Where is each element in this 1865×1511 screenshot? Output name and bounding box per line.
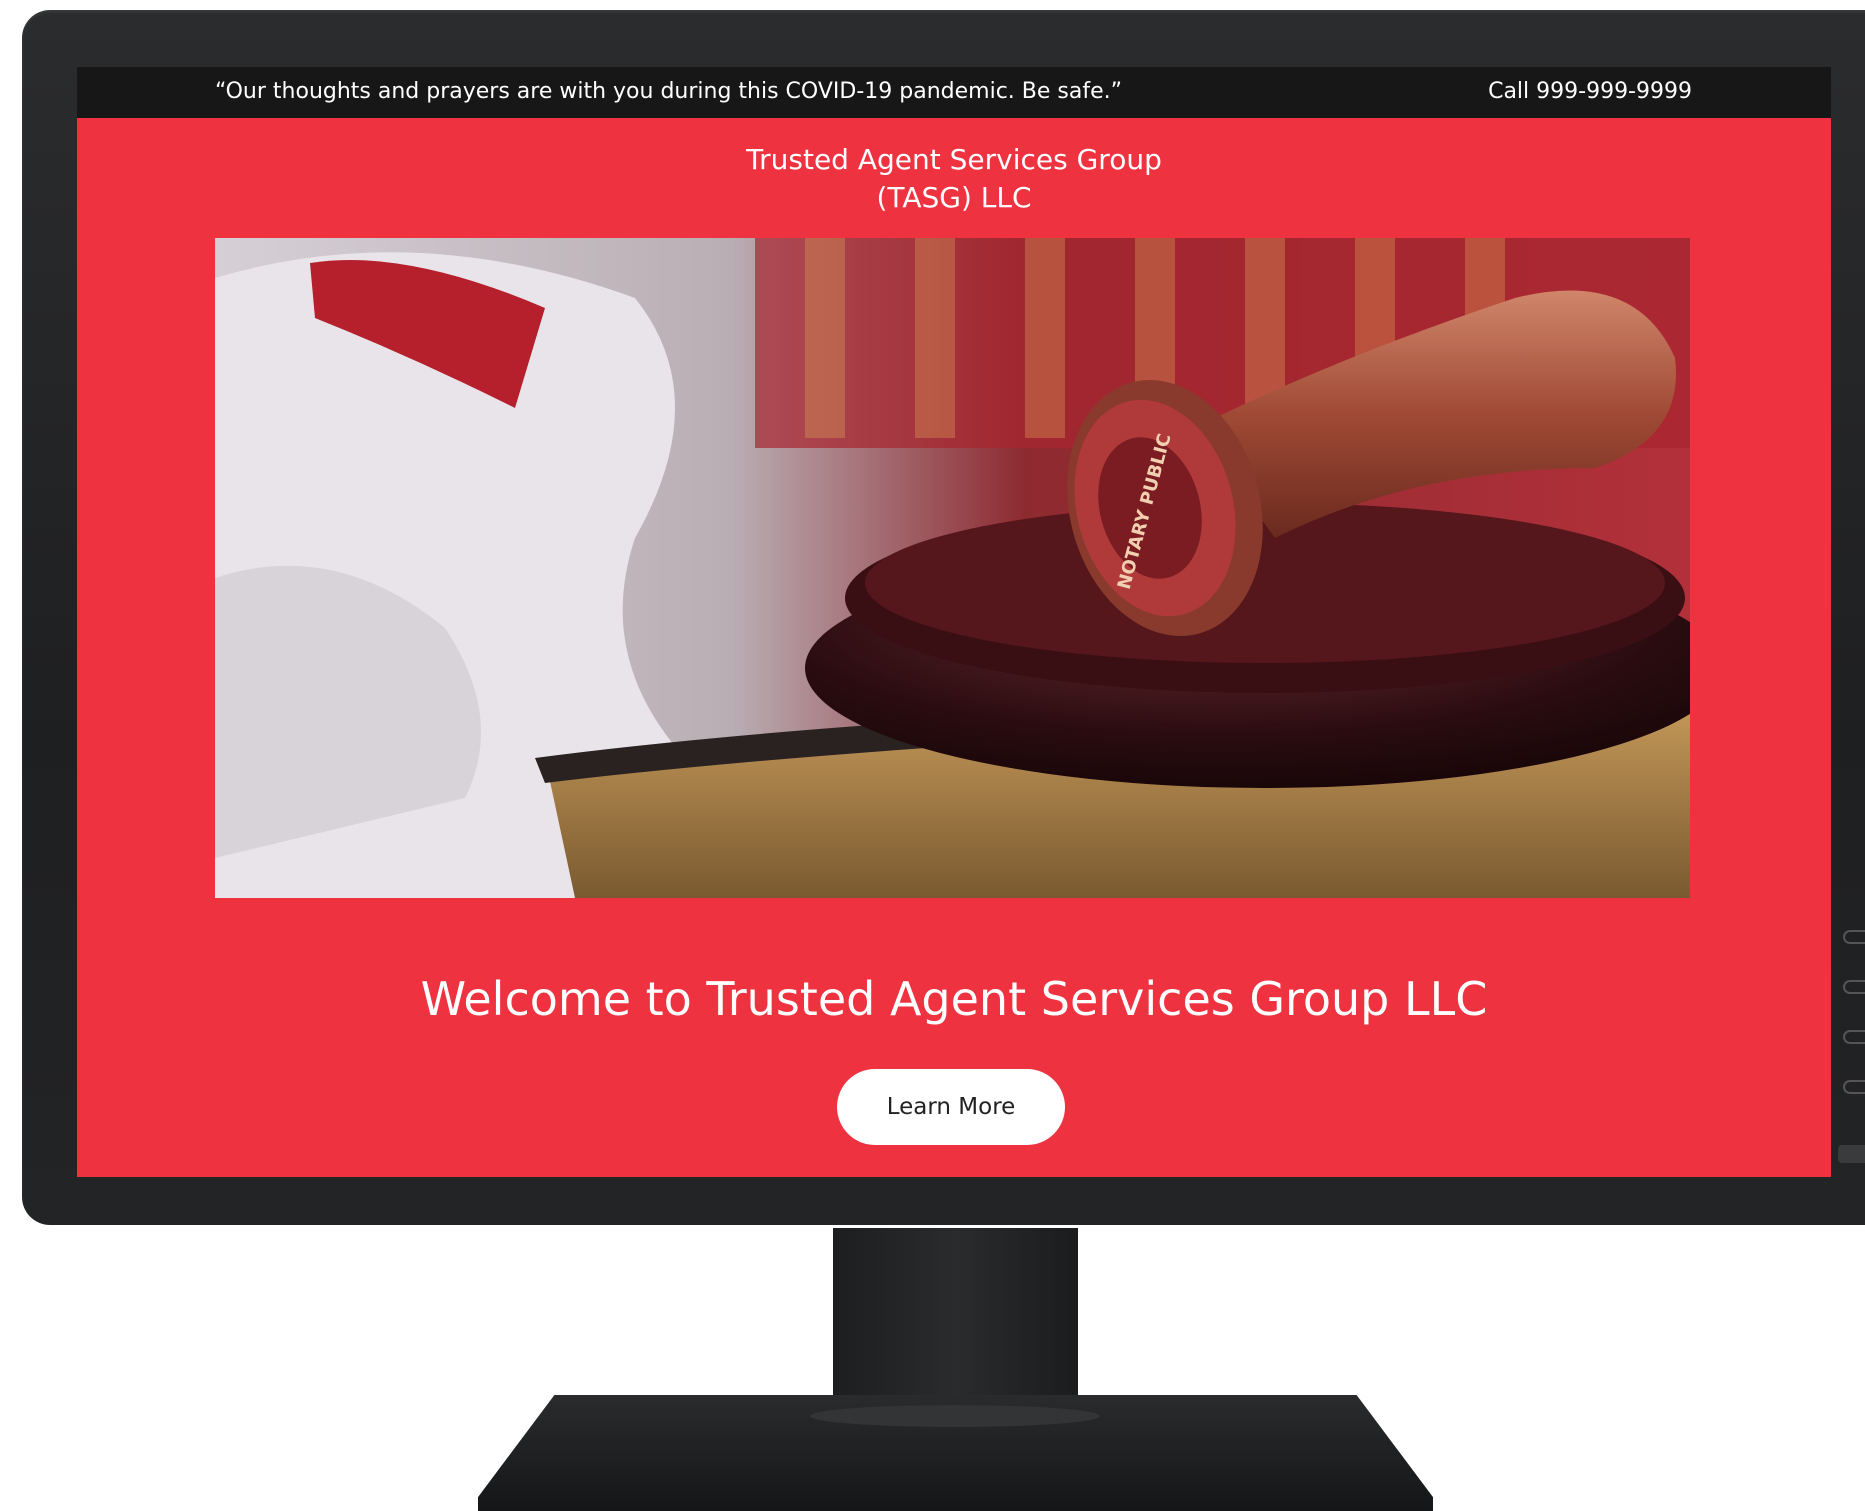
announcement-bar: “Our thoughts and prayers are with you d… [77, 67, 1831, 118]
brand-name: Trusted Agent Services Group [746, 143, 1162, 176]
monitor-button [1843, 980, 1865, 994]
phone-link[interactable]: Call 999-999-9999 [1488, 79, 1692, 104]
website-screen: “Our thoughts and prayers are with you d… [77, 67, 1831, 1177]
brand-suffix: (TASG) LLC [876, 181, 1032, 214]
welcome-heading: Welcome to Trusted Agent Services Group … [420, 972, 1488, 1026]
site-brand[interactable]: Trusted Agent Services Group (TASG) LLC [77, 141, 1831, 217]
power-button [1838, 1145, 1865, 1163]
monitor-button [1843, 930, 1865, 944]
monitor-button [1843, 1080, 1865, 1094]
learn-more-button[interactable]: Learn More [837, 1069, 1065, 1145]
monitor-button [1843, 1030, 1865, 1044]
announcement-message: “Our thoughts and prayers are with you d… [215, 79, 1123, 104]
hero-image: NOTARY PUBLIC [215, 238, 1690, 898]
monitor-side-buttons [1843, 930, 1865, 1170]
monitor-stand-joint [810, 1405, 1100, 1427]
